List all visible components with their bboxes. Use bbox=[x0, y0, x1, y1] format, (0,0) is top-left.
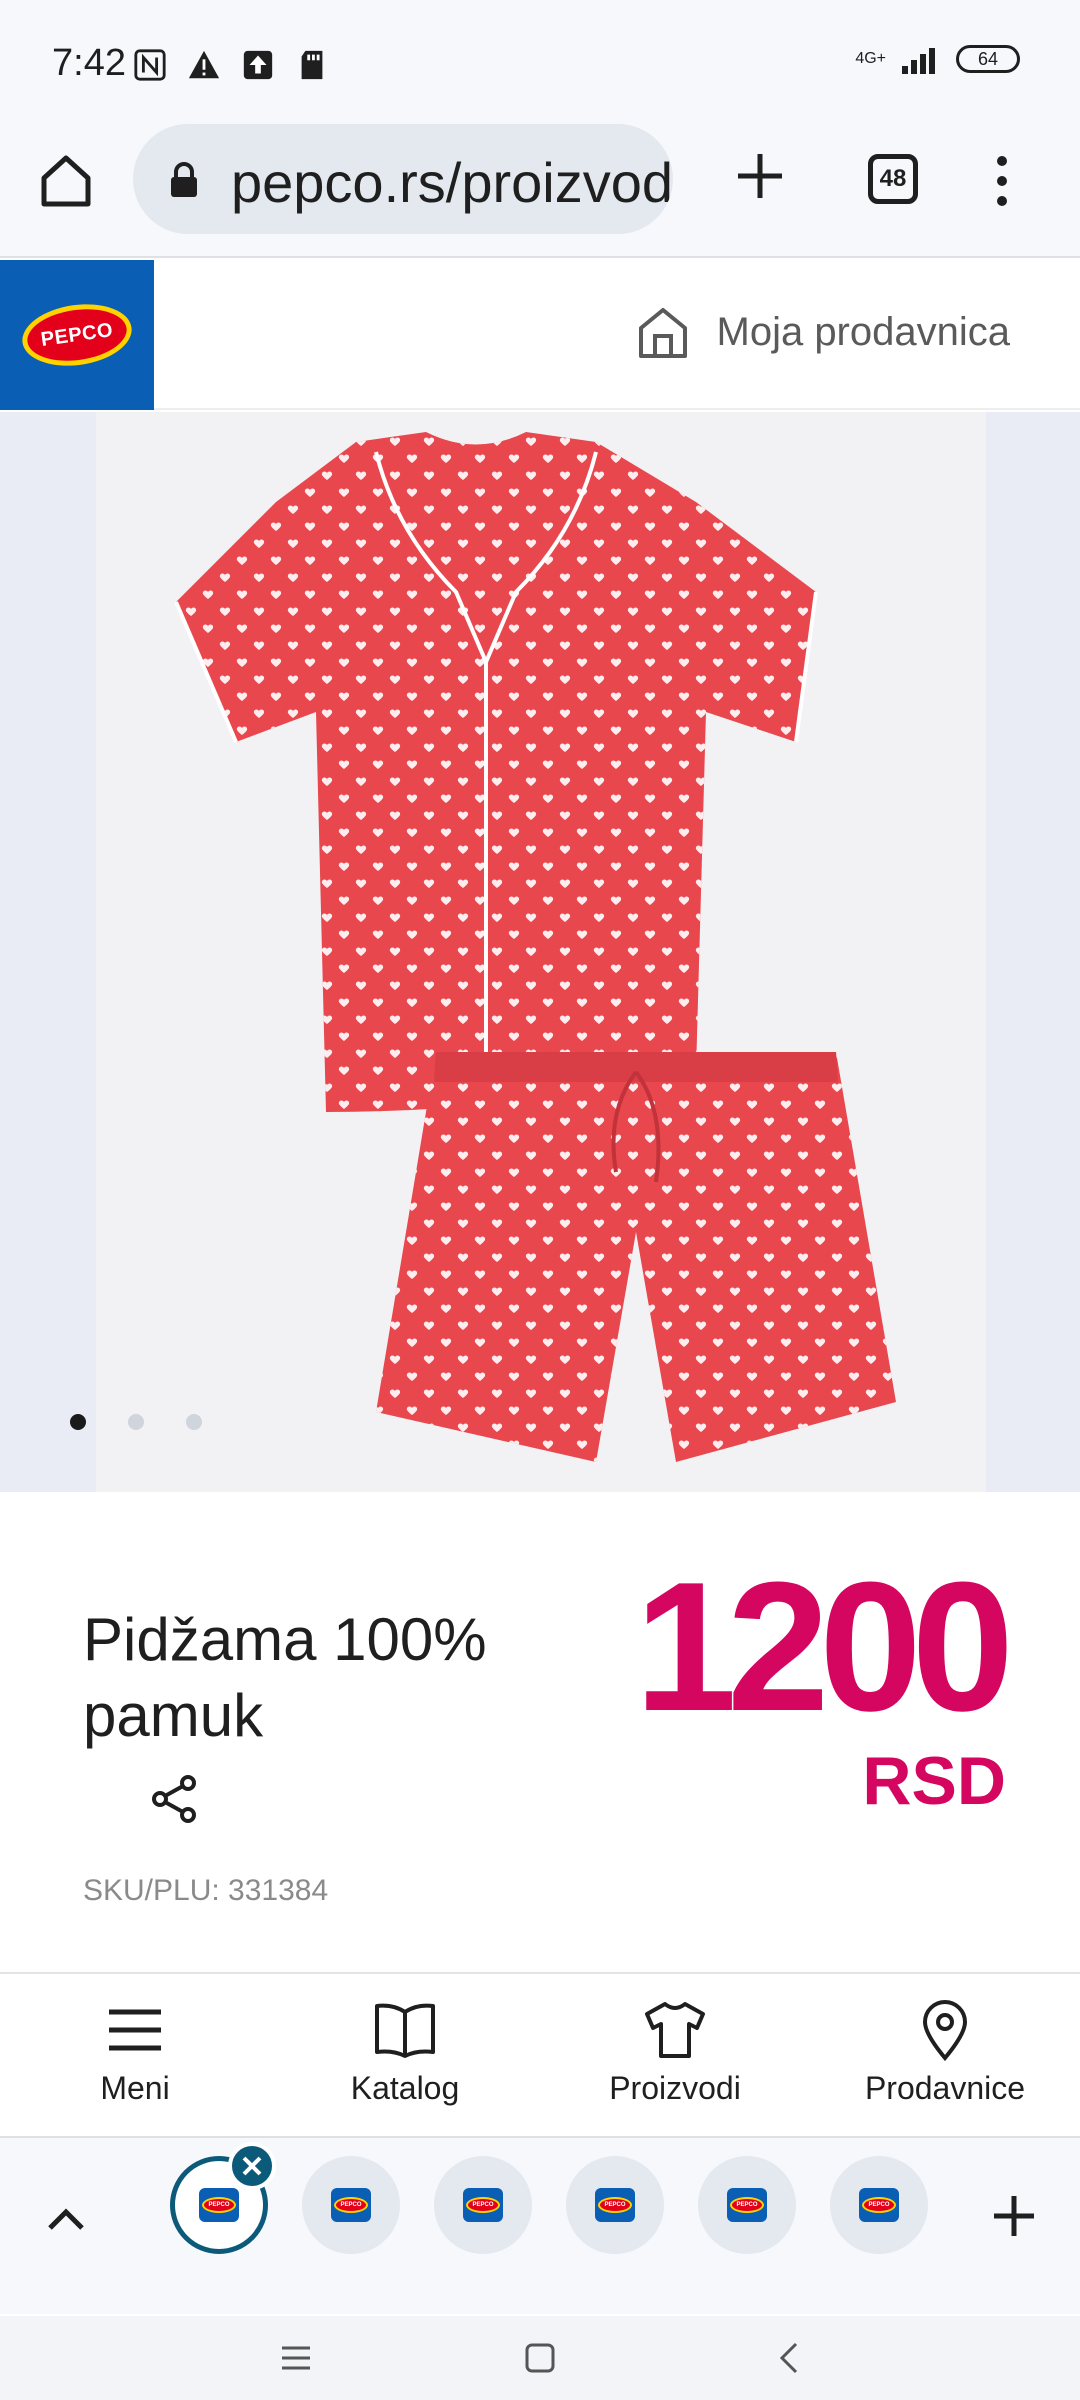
sd-card-icon bbox=[301, 50, 323, 80]
favicon-text: PEPCO bbox=[862, 2197, 896, 2213]
tshirt-icon bbox=[645, 2002, 705, 2058]
menu-icon bbox=[109, 2009, 161, 2051]
pepco-favicon: PEPCO bbox=[859, 2188, 899, 2222]
product-gallery[interactable] bbox=[0, 412, 1080, 1492]
close-tab-button[interactable] bbox=[228, 2142, 276, 2190]
home-button-icon[interactable] bbox=[518, 2336, 562, 2380]
gallery-dot[interactable] bbox=[186, 1414, 202, 1430]
favicon-text: PEPCO bbox=[466, 2197, 500, 2213]
nav-label: Proizvodi bbox=[609, 2070, 741, 2106]
status-right: 4G+ 64 bbox=[855, 44, 1020, 74]
favicon-text: PEPCO bbox=[334, 2197, 368, 2213]
nav-item-proizvodi[interactable]: Proizvodi bbox=[565, 1998, 785, 2107]
browser-tab[interactable]: PEPCO bbox=[698, 2156, 796, 2254]
warning-icon bbox=[188, 50, 220, 79]
location-pin-icon bbox=[922, 2000, 968, 2062]
store-icon bbox=[638, 308, 687, 358]
nav-item-meni[interactable]: Meni bbox=[25, 1998, 245, 2107]
site-header: PEPCO Moja prodavnica bbox=[0, 260, 1080, 410]
lock-icon bbox=[171, 162, 197, 197]
logo-text: PEPCO bbox=[39, 318, 115, 351]
more-options-icon[interactable] bbox=[990, 154, 1014, 208]
pepco-favicon: PEPCO bbox=[463, 2188, 503, 2222]
address-bar[interactable]: pepco.rs/proizvodi bbox=[133, 124, 673, 234]
tab-switcher-button[interactable]: 48 bbox=[868, 154, 918, 204]
notification-icons bbox=[132, 48, 330, 82]
browser-tab[interactable]: PEPCO bbox=[434, 2156, 532, 2254]
chevron-up-icon[interactable] bbox=[44, 2198, 88, 2242]
add-tab-icon[interactable] bbox=[990, 2192, 1038, 2240]
gallery-pagination[interactable] bbox=[70, 1414, 202, 1430]
nav-item-katalog[interactable]: Katalog bbox=[295, 1998, 515, 2107]
status-bar: 7:42 4G+ 64 bbox=[0, 0, 1080, 120]
my-store-link[interactable]: Moja prodavnica bbox=[635, 304, 1011, 360]
browser-tab[interactable]: PEPCO bbox=[830, 2156, 928, 2254]
back-icon[interactable] bbox=[768, 2336, 812, 2380]
signal-icon bbox=[902, 48, 935, 74]
nav-label: Prodavnice bbox=[864, 2070, 1026, 2106]
product-title: Pidžama 100% pamuk bbox=[83, 1606, 487, 1749]
system-nav-bar bbox=[0, 2316, 1080, 2400]
nav-item-prodavnice[interactable]: Prodavnice bbox=[835, 1998, 1055, 2107]
pepco-logo[interactable]: PEPCO bbox=[0, 260, 154, 410]
gallery-dot[interactable] bbox=[70, 1414, 86, 1430]
favicon-text: PEPCO bbox=[730, 2197, 764, 2213]
product-info-card: Pidžama 100% pamuk 1200 RSD SKU/PLU: 331… bbox=[0, 1492, 1080, 1972]
network-type: 4G+ bbox=[855, 50, 886, 67]
nav-label: Meni bbox=[100, 2070, 170, 2106]
logo-oval: PEPCO bbox=[18, 297, 136, 373]
site-bottom-nav: Meni Katalog Proizvodi Prodavnice bbox=[0, 1972, 1080, 2136]
new-tab-icon[interactable] bbox=[732, 148, 788, 204]
url-text: pepco.rs/proizvodi bbox=[231, 151, 673, 214]
pepco-favicon: PEPCO bbox=[331, 2188, 371, 2222]
book-icon bbox=[375, 2003, 435, 2058]
share-icon[interactable] bbox=[150, 1774, 200, 1824]
browser-tab[interactable]: PEPCO bbox=[566, 2156, 664, 2254]
store-label: Moja prodavnica bbox=[716, 309, 1011, 354]
favicon-text: PEPCO bbox=[202, 2197, 236, 2213]
recent-apps-icon[interactable] bbox=[274, 2336, 318, 2380]
status-time: 7:42 bbox=[52, 42, 126, 84]
favicon-text: PEPCO bbox=[598, 2197, 632, 2213]
browser-tab[interactable]: PEPCO bbox=[302, 2156, 400, 2254]
product-image bbox=[96, 412, 986, 1492]
price-currency: RSD bbox=[862, 1743, 1006, 1819]
gallery-dot[interactable] bbox=[128, 1414, 144, 1430]
battery-indicator: 64 bbox=[956, 45, 1020, 73]
pepco-favicon: PEPCO bbox=[727, 2188, 767, 2222]
home-icon[interactable] bbox=[36, 150, 96, 210]
product-sku: SKU/PLU: 331384 bbox=[83, 1874, 329, 1907]
upload-icon bbox=[243, 50, 273, 80]
pepco-favicon: PEPCO bbox=[595, 2188, 635, 2222]
browser-toolbar: pepco.rs/proizvodi 48 bbox=[0, 120, 1080, 258]
nfc-icon bbox=[134, 49, 166, 81]
product-price: 1200 bbox=[634, 1543, 1014, 1749]
pajama-illustration bbox=[174, 432, 896, 1462]
close-icon bbox=[242, 2156, 262, 2176]
nav-label: Katalog bbox=[350, 2070, 460, 2106]
browser-tab-strip: PEPCO PEPCO PEPCO PEPCO PEPCO PEPCO bbox=[0, 2136, 1080, 2314]
pepco-favicon: PEPCO bbox=[199, 2188, 239, 2222]
